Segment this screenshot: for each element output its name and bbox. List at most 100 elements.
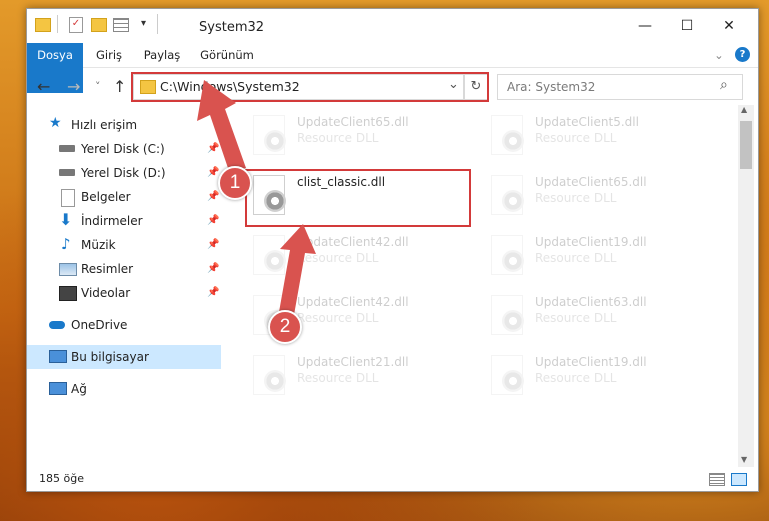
music-icon: ♪ <box>61 235 71 253</box>
back-button[interactable]: ← <box>37 77 50 96</box>
help-icon[interactable]: ? <box>735 47 750 62</box>
network-icon <box>49 382 67 395</box>
search-icon: ⌕ <box>720 77 728 93</box>
file-item[interactable]: UpdateClient21.dll Resource DLL <box>247 349 467 399</box>
large-icons-view-icon[interactable] <box>731 473 747 486</box>
file-name: UpdateClient63.dll <box>535 295 647 309</box>
scrollbar-thumb[interactable] <box>740 121 752 169</box>
sidebar-item-disk-d[interactable]: Yerel Disk (D:) 📌 <box>27 161 221 185</box>
sidebar-item-onedrive[interactable]: OneDrive <box>27 313 221 337</box>
customize-icon[interactable] <box>113 18 129 32</box>
vertical-scrollbar[interactable]: ▲ ▼ <box>738 105 754 467</box>
step-marker-1: 1 <box>218 166 252 200</box>
status-bar: 185 öğe <box>27 467 758 491</box>
file-type: Resource DLL <box>535 191 617 205</box>
file-highlight-box <box>245 169 471 227</box>
file-list: UpdateClient65.dll Resource DLL UpdateCl… <box>245 105 735 465</box>
quick-access-dropdown-icon[interactable]: ▾ <box>141 18 146 29</box>
title-bar: ✓ ▾ System32 — ☐ ✕ <box>27 9 758 43</box>
minimize-button[interactable]: — <box>625 13 665 39</box>
pin-icon[interactable]: 📌 <box>207 167 219 178</box>
gear-icon <box>502 250 524 272</box>
navigation-bar: ← → ˅ ↑ C:\Windows\System32 ⌄ ↻ Ara: Sys… <box>27 69 758 102</box>
file-name: UpdateClient65.dll <box>535 175 647 189</box>
sidebar-item-network[interactable]: Ağ <box>27 377 221 401</box>
new-folder-icon[interactable] <box>91 18 107 32</box>
sidebar-item-videos[interactable]: Videolar 📌 <box>27 281 221 305</box>
details-view-icon[interactable] <box>709 473 725 486</box>
maximize-button[interactable]: ☐ <box>667 13 707 39</box>
sidebar-item-label: İndirmeler <box>81 214 143 228</box>
file-type: Resource DLL <box>297 371 379 385</box>
cloud-icon <box>49 321 65 329</box>
computer-icon <box>49 350 67 363</box>
pin-icon[interactable]: 📌 <box>207 239 219 250</box>
file-item[interactable]: UpdateClient42.dll Resource DLL <box>247 229 467 279</box>
scroll-down-icon[interactable]: ▼ <box>741 455 747 464</box>
file-name: UpdateClient42.dll <box>297 235 409 249</box>
file-name: UpdateClient19.dll <box>535 355 647 369</box>
gear-icon <box>264 130 286 152</box>
file-name: UpdateClient21.dll <box>297 355 409 369</box>
file-name: UpdateClient5.dll <box>535 115 639 129</box>
download-icon: ⬇ <box>59 210 73 229</box>
file-item[interactable]: UpdateClient63.dll Resource DLL <box>485 289 705 339</box>
ribbon-expand-icon[interactable]: ⌄ <box>711 43 727 67</box>
file-type: Resource DLL <box>535 311 617 325</box>
sidebar-item-pictures[interactable]: Resimler 📌 <box>27 257 221 281</box>
sidebar-item-this-pc[interactable]: Bu bilgisayar <box>27 345 221 369</box>
sidebar-item-label: Yerel Disk (D:) <box>81 166 166 180</box>
dll-file-icon <box>491 295 524 335</box>
navigation-pane: ★ Hızlı erişim Yerel Disk (C:) 📌 Yerel D… <box>27 105 221 465</box>
gear-icon <box>502 370 524 392</box>
pin-icon[interactable]: 📌 <box>207 287 219 298</box>
recent-locations-button[interactable]: ˅ <box>95 80 101 93</box>
video-icon <box>59 286 77 301</box>
gear-icon <box>502 310 524 332</box>
sidebar-item-label: Belgeler <box>81 190 131 204</box>
scroll-up-icon[interactable]: ▲ <box>741 105 747 114</box>
file-type: Resource DLL <box>535 131 617 145</box>
sidebar-item-label: Ağ <box>71 382 87 396</box>
tab-share[interactable]: Paylaş <box>139 43 185 67</box>
file-item[interactable]: UpdateClient5.dll Resource DLL <box>485 109 705 159</box>
close-button[interactable]: ✕ <box>709 13 749 39</box>
pin-icon[interactable]: 📌 <box>207 263 219 274</box>
address-highlight-box <box>131 72 489 102</box>
ribbon-tabs: Dosya Giriş Paylaş Görünüm ⌄ ? <box>27 43 758 93</box>
pin-icon[interactable]: 📌 <box>207 191 219 202</box>
file-name: UpdateClient42.dll <box>297 295 409 309</box>
up-button[interactable]: ↑ <box>113 77 126 96</box>
step-marker-2: 2 <box>268 310 302 344</box>
file-item[interactable]: UpdateClient65.dll Resource DLL <box>247 109 467 159</box>
pictures-icon <box>59 263 77 276</box>
sidebar-item-disk-c[interactable]: Yerel Disk (C:) 📌 <box>27 137 221 161</box>
file-type: Resource DLL <box>297 131 379 145</box>
search-input[interactable]: Ara: System32 ⌕ <box>497 74 743 100</box>
pin-icon[interactable]: 📌 <box>207 143 219 154</box>
file-type: Resource DLL <box>535 371 617 385</box>
sidebar-item-downloads[interactable]: ⬇ İndirmeler 📌 <box>27 209 221 233</box>
file-item[interactable]: UpdateClient19.dll Resource DLL <box>485 229 705 279</box>
sidebar-item-label: Hızlı erişim <box>71 118 138 132</box>
dll-file-icon <box>491 355 524 395</box>
gear-icon <box>264 250 286 272</box>
search-placeholder: Ara: System32 <box>507 80 596 94</box>
sidebar-item-quick-access[interactable]: ★ Hızlı erişim <box>27 113 221 137</box>
document-icon <box>61 189 75 207</box>
sidebar-item-label: Müzik <box>81 238 116 252</box>
forward-button[interactable]: → <box>67 77 80 96</box>
file-type: Resource DLL <box>297 251 379 265</box>
tab-view[interactable]: Görünüm <box>197 43 257 67</box>
folder-icon <box>35 18 51 32</box>
pin-icon[interactable]: 📌 <box>207 215 219 226</box>
sidebar-item-documents[interactable]: Belgeler 📌 <box>27 185 221 209</box>
file-item[interactable]: UpdateClient19.dll Resource DLL <box>485 349 705 399</box>
dll-file-icon <box>491 175 524 215</box>
tab-home[interactable]: Giriş <box>89 43 129 67</box>
dll-file-icon <box>253 355 286 395</box>
properties-icon[interactable]: ✓ <box>69 17 83 33</box>
file-item[interactable]: UpdateClient65.dll Resource DLL <box>485 169 705 219</box>
sidebar-item-music[interactable]: ♪ Müzik 📌 <box>27 233 221 257</box>
window-title: System32 <box>199 20 265 35</box>
